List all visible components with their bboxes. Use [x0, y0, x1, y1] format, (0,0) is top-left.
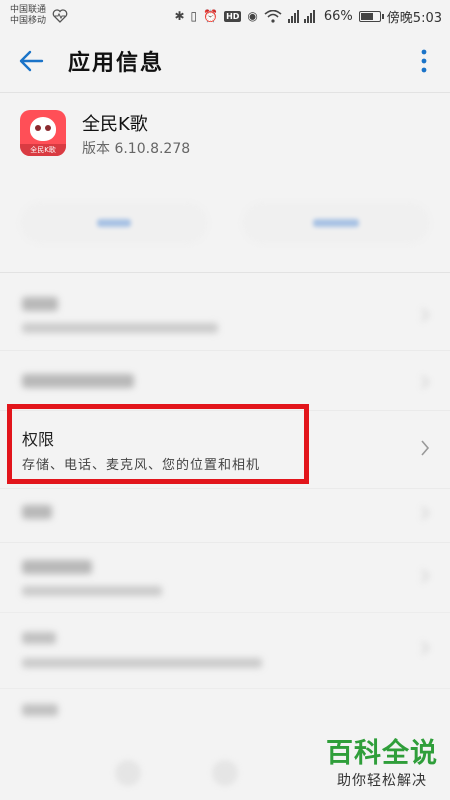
section-divider — [0, 272, 450, 273]
status-bar: 中国联通 中国移动 ✱ ▯ ⏰ HD ◉ 66% 傍晚5:03 — [0, 0, 450, 32]
row-divider — [0, 350, 450, 351]
left-action-button[interactable] — [20, 202, 208, 244]
clock: 傍晚5:03 — [386, 10, 442, 26]
row-divider — [0, 542, 450, 543]
row-divider — [0, 410, 450, 411]
hd-icon: HD — [224, 10, 242, 22]
app-bar: 应用信息 — [0, 32, 450, 90]
chevron-right-icon — [421, 440, 430, 456]
row-divider — [0, 488, 450, 489]
list-item-blurred-1[interactable] — [0, 285, 450, 345]
list-item-blurred-3[interactable] — [0, 495, 450, 537]
eye-comfort-icon: ◉ — [247, 9, 258, 23]
permissions-summary: 存储、电话、麦克风、您的位置和相机 — [22, 458, 261, 473]
nav-back-icon[interactable] — [115, 760, 141, 786]
list-item-blurred-4[interactable] — [0, 550, 450, 608]
bluetooth-icon: ✱ — [174, 9, 185, 23]
carrier-2-label: 中国移动 — [10, 16, 47, 26]
wifi-icon — [264, 9, 282, 23]
watermark: 百科全说 助你轻松解决 — [326, 738, 438, 790]
row-divider — [0, 688, 450, 689]
list-item-blurred-5[interactable] — [0, 620, 450, 682]
app-name: 全民K歌 — [82, 114, 148, 135]
list-item-blurred-6[interactable] — [0, 696, 450, 732]
row-divider — [0, 612, 450, 613]
battery-icon — [358, 10, 384, 22]
more-options-icon[interactable] — [414, 46, 434, 76]
vibrate-icon: ▯ — [190, 9, 198, 23]
battery-percent: 66% — [323, 8, 353, 24]
app-header: 全民K歌 全民K歌 版本 6.10.8.278 — [0, 100, 450, 172]
battery-fill — [360, 12, 373, 20]
app-bar-divider — [0, 92, 450, 93]
app-logo-icon: 全民K歌 — [20, 110, 66, 156]
permissions-title: 权限 — [22, 430, 55, 449]
permissions-row[interactable]: 权限 存储、电话、麦克风、您的位置和相机 — [0, 412, 450, 482]
back-arrow-icon[interactable] — [16, 46, 46, 76]
status-icons: ✱ ▯ ⏰ HD ◉ 66% 傍晚5:03 — [174, 7, 442, 26]
page-title: 应用信息 — [68, 51, 165, 76]
alarm-icon: ⏰ — [203, 9, 219, 23]
nav-home-icon[interactable] — [212, 760, 238, 786]
carrier-1-label: 中国联通 — [10, 5, 47, 15]
watermark-subtitle: 助你轻松解决 — [337, 773, 427, 789]
signal-icon — [287, 9, 315, 23]
app-version: 版本 6.10.8.278 — [82, 141, 191, 157]
watermark-title: 百科全说 — [326, 738, 438, 769]
app-logo-band: 全民K歌 — [20, 144, 66, 156]
right-action-button[interactable] — [242, 202, 430, 244]
health-heart-icon — [52, 9, 68, 23]
carrier-info: 中国联通 中国移动 — [10, 5, 68, 27]
list-item-blurred-2[interactable] — [0, 360, 450, 408]
